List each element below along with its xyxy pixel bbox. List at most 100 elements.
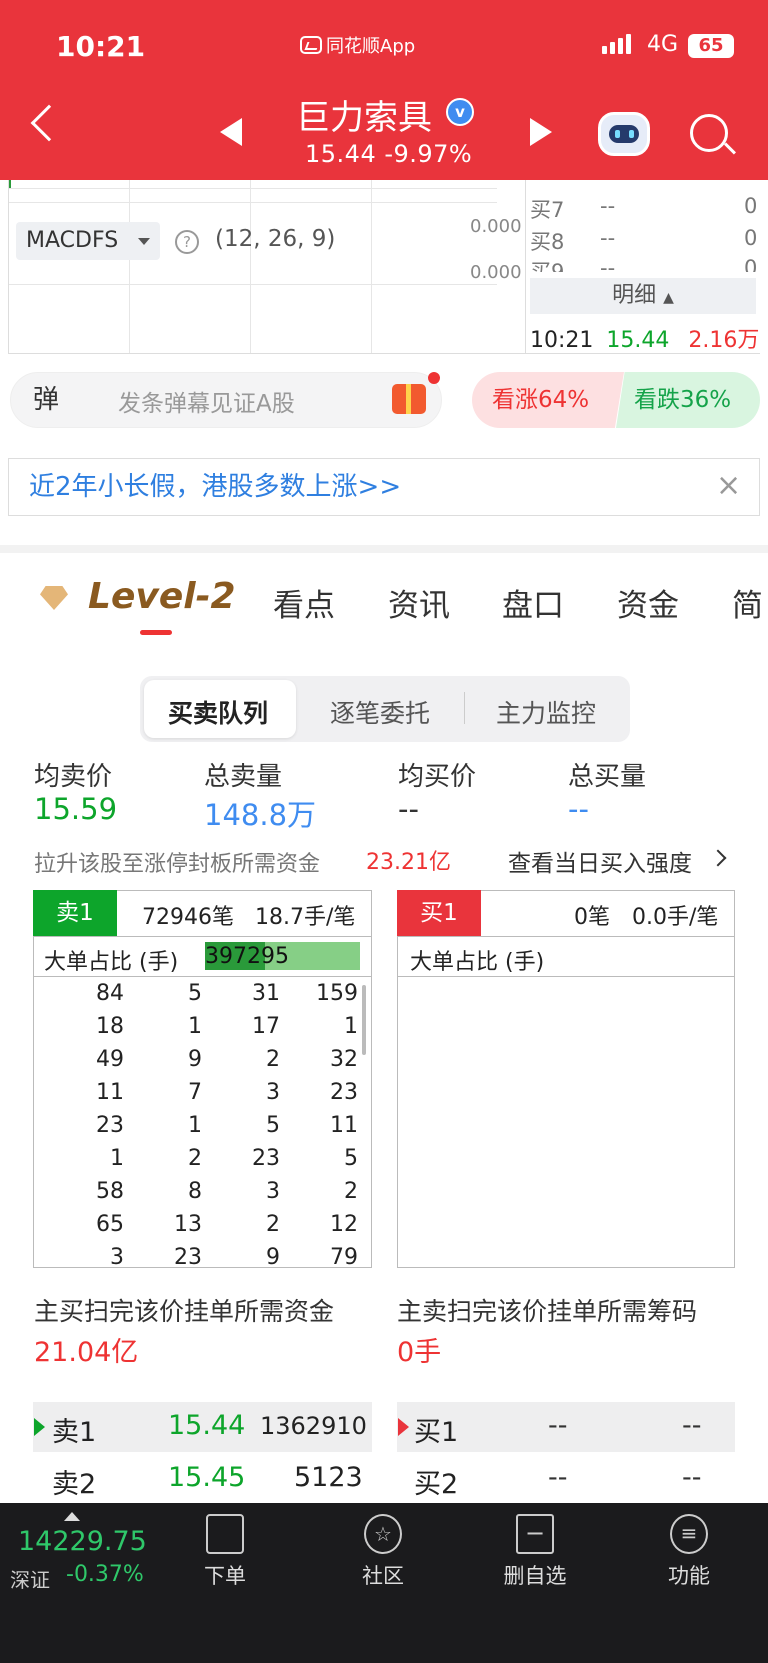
- queue-cell: 65: [96, 1212, 124, 1237]
- index-value[interactable]: 14229.75: [18, 1526, 147, 1557]
- buy-sweep-value: 21.04亿: [34, 1337, 139, 1368]
- close-icon[interactable]: ×: [716, 468, 741, 503]
- bear-vote-button[interactable]: 看跌36%: [616, 372, 760, 428]
- axis-label-top: 0.000: [470, 216, 522, 237]
- sell1-vol: 1362910: [260, 1412, 367, 1440]
- orderbook-row: 买9 -- 0: [530, 256, 756, 272]
- prev-stock-icon[interactable]: [220, 118, 242, 146]
- orderbook-price: --: [600, 226, 616, 250]
- grid-line: [9, 188, 497, 189]
- search-icon[interactable]: [690, 114, 728, 152]
- buy1-vol: --: [682, 1410, 702, 1441]
- grid-line: [250, 180, 251, 353]
- chevron-down-icon: [138, 238, 150, 245]
- sell-avg: 18.7手/笔: [255, 905, 356, 930]
- panel-divider: [33, 976, 372, 977]
- remove-watchlist-button[interactable]: − 删自选: [490, 1510, 580, 1590]
- queue-cell: 32: [330, 1047, 358, 1072]
- big-order-value: 397295: [205, 944, 289, 969]
- avg-buy-label: 均买价: [398, 762, 477, 792]
- axis-label-bottom: 0.000: [470, 262, 522, 283]
- queue-cell: 5: [344, 1146, 358, 1171]
- signal-icon: [602, 34, 631, 54]
- order-label: 下单: [204, 1564, 246, 1588]
- sell1-label: 卖1: [52, 1417, 97, 1448]
- document-icon: [206, 1514, 244, 1554]
- chart-line-stub: [9, 180, 11, 188]
- orderbook-price: --: [600, 194, 616, 218]
- detail-header[interactable]: 明细 ▲: [530, 278, 756, 314]
- queue-cell: 9: [266, 1245, 280, 1270]
- queue-cell: 3: [266, 1080, 280, 1105]
- queue-cell: 49: [96, 1047, 124, 1072]
- buy2-vol: --: [682, 1462, 702, 1493]
- queue-cell: 8: [188, 1179, 202, 1204]
- total-buy-value: --: [568, 792, 589, 826]
- buy1-label: 买1: [414, 1417, 459, 1448]
- robot-assistant-icon[interactable]: [598, 112, 650, 156]
- queue-cell: 1: [110, 1146, 124, 1171]
- section-divider: [0, 545, 768, 553]
- total-sell-value: 148.8万: [204, 798, 317, 832]
- remove-watchlist-label: 删自选: [503, 1564, 567, 1588]
- caret-up-icon: ▲: [663, 290, 674, 306]
- sell-sweep-label: 主卖扫完该价挂单所需筹码: [397, 1297, 698, 1326]
- buy-strength-link[interactable]: 查看当日买入强度: [508, 844, 692, 878]
- queue-cell: 79: [330, 1245, 358, 1270]
- function-button[interactable]: ≡ 功能: [644, 1510, 734, 1590]
- scrollbar[interactable]: [362, 985, 366, 1055]
- grid-line: [371, 180, 372, 353]
- orderbook-label: 买9: [530, 260, 565, 272]
- macd-chart[interactable]: [8, 180, 526, 354]
- promo-banner[interactable]: 近2年小长假，港股多数上涨>>: [8, 458, 760, 516]
- order-button[interactable]: 下单: [180, 1510, 270, 1590]
- community-button[interactable]: ☆ 社区: [338, 1510, 428, 1590]
- app-name: 同花顺App: [300, 32, 415, 58]
- tab-funds[interactable]: 资金: [617, 580, 679, 625]
- tab-more[interactable]: 简: [732, 580, 768, 625]
- tab-underline: [140, 630, 172, 635]
- help-icon[interactable]: ?: [175, 230, 199, 254]
- next-stock-icon[interactable]: [530, 118, 552, 146]
- segment-orders[interactable]: 逐笔委托: [330, 694, 430, 730]
- danmu-icon[interactable]: 弹: [18, 380, 74, 420]
- sell-count: 72946笔: [142, 905, 234, 930]
- queue-cell: 1: [188, 1113, 202, 1138]
- queue-cell: 58: [96, 1179, 124, 1204]
- tab-level2[interactable]: Level-2: [88, 576, 236, 617]
- battery-icon: 65: [688, 34, 734, 58]
- orderbook-label: 买8: [530, 230, 565, 254]
- buy2-price: --: [548, 1462, 568, 1493]
- queue-cell: 2: [344, 1179, 358, 1204]
- bull-vote-button[interactable]: 看涨64%: [472, 372, 624, 428]
- tab-pankou[interactable]: 盘口: [502, 580, 564, 625]
- danmu-placeholder[interactable]: 发条弹幕见证A股: [118, 384, 295, 418]
- queue-cell: 3: [266, 1179, 280, 1204]
- star-badge-icon: ☆: [364, 1514, 402, 1554]
- queue-cell: 7: [188, 1080, 202, 1105]
- chevron-right-icon: [709, 849, 727, 867]
- community-label: 社区: [362, 1564, 404, 1588]
- sell2-label: 卖2: [52, 1469, 97, 1500]
- index-change: -0.37%: [66, 1562, 144, 1587]
- queue-cell: 17: [252, 1014, 280, 1039]
- caret-up-icon[interactable]: [64, 1512, 80, 1521]
- orderbook-price: --: [600, 256, 616, 272]
- queue-cell: 18: [96, 1014, 124, 1039]
- segment-queue[interactable]: 买卖队列: [168, 694, 268, 730]
- app-name-text: 同花顺App: [326, 36, 416, 57]
- gift-icon[interactable]: [392, 384, 426, 414]
- minus-square-icon: −: [516, 1514, 554, 1554]
- limit-up-label: 拉升该股至涨停封板所需资金: [34, 852, 321, 877]
- verified-icon: v: [446, 98, 474, 126]
- detail-price: 15.44: [606, 328, 670, 353]
- menu-circle-icon: ≡: [670, 1514, 708, 1554]
- segment-monitor[interactable]: 主力监控: [496, 694, 596, 730]
- index-name: 深证: [10, 1568, 50, 1592]
- queue-cell: 23: [330, 1080, 358, 1105]
- pointer-icon: [34, 1418, 45, 1436]
- tab-kandian[interactable]: 看点: [273, 580, 335, 625]
- queue-cell: 2: [266, 1047, 280, 1072]
- network-label: 4G: [647, 32, 679, 57]
- tab-news[interactable]: 资讯: [388, 580, 450, 625]
